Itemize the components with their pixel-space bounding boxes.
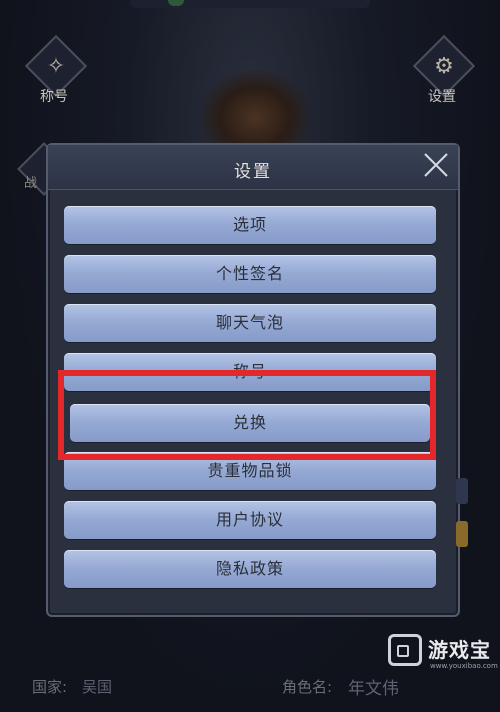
dialog-header: 设置 <box>48 145 458 190</box>
role-name-value: 年文伟 <box>348 679 399 699</box>
country-label: 国家: <box>32 678 68 696</box>
signature-button[interactable]: 个性签名 <box>64 255 436 293</box>
role-name-label: 角色名: <box>282 678 333 696</box>
title-button[interactable]: ✧ 称号 <box>14 0 94 105</box>
emblem-icon: ✧ <box>46 53 66 79</box>
close-icon <box>424 153 448 177</box>
watermark-url: www.youxibao.com <box>430 662 498 670</box>
privacy-policy-button[interactable]: 隐私政策 <box>64 550 436 588</box>
highlight-box <box>58 370 436 460</box>
watermark-text: 游戏宝 <box>428 638 491 662</box>
settings-button[interactable]: ⚙ 设置 <box>402 0 482 105</box>
gear-icon: ⚙ <box>434 53 454 79</box>
watermark-logo-icon <box>388 634 422 666</box>
battle-button-label: 战 <box>24 176 38 191</box>
title-button-label: 称号 <box>40 89 68 105</box>
watermark: 游戏宝 www.youxibao.com <box>388 632 498 676</box>
top-bar <box>130 0 370 8</box>
side-panel-edge <box>456 478 468 504</box>
settings-button-label: 设置 <box>428 89 456 105</box>
option-button[interactable]: 选项 <box>64 206 436 244</box>
close-button[interactable] <box>420 149 452 181</box>
dialog-title: 设置 <box>234 162 272 182</box>
user-agreement-button[interactable]: 用户协议 <box>64 501 436 539</box>
chat-bubble-button[interactable]: 聊天气泡 <box>64 304 436 342</box>
side-tab[interactable] <box>456 521 468 547</box>
character-portrait <box>200 70 310 150</box>
country-value: 吴国 <box>82 678 113 696</box>
